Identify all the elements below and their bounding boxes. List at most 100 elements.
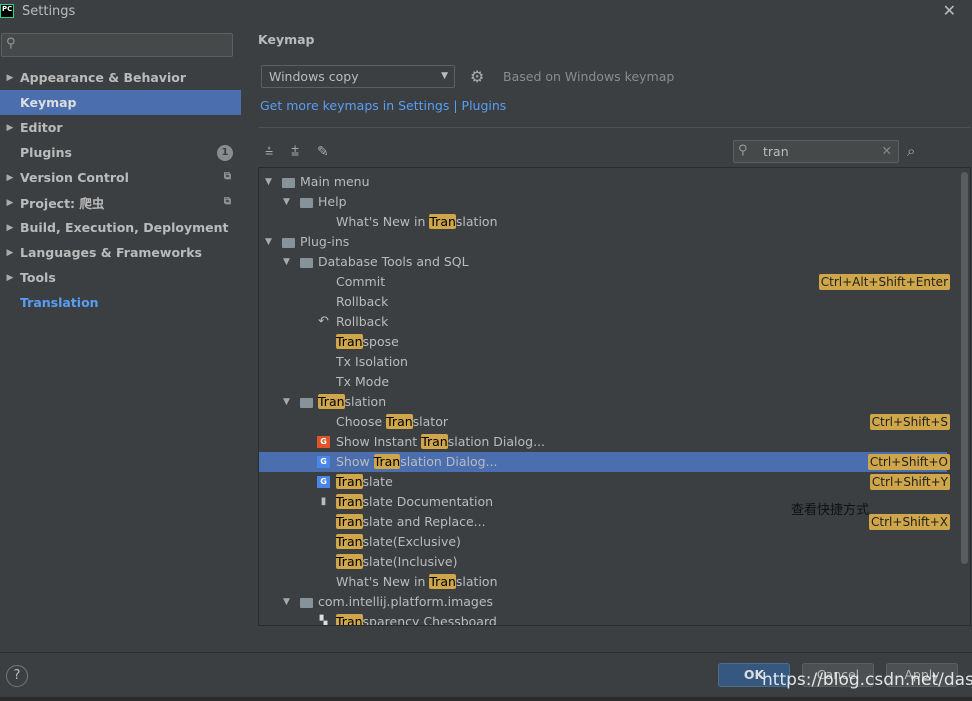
- tree-row[interactable]: G Show Instant Translation Dialog...: [259, 432, 947, 452]
- sidebar-item[interactable]: ▶ Languages & Frameworks: [0, 240, 241, 265]
- label-prefix: Commit: [336, 274, 386, 289]
- tree-row[interactable]: G Show Translation Dialog... Ctrl+Shift+O: [259, 452, 950, 472]
- label-prefix: Show Instant: [336, 434, 422, 449]
- expand-arrow-icon[interactable]: ▼: [265, 172, 272, 192]
- keymap-select-value: Windows copy: [269, 69, 359, 84]
- search-match-highlight: Tran: [318, 394, 345, 409]
- watermark: https://blog.csdn.net/dasia11: [762, 670, 972, 690]
- sidebar-item[interactable]: ▶ Version Control ⧉: [0, 165, 241, 190]
- sidebar-item[interactable]: Keymap: [0, 90, 241, 115]
- sidebar-item-label: Languages & Frameworks: [20, 245, 202, 260]
- folder-icon: [300, 398, 313, 408]
- chessboard-icon: ▚: [319, 616, 328, 626]
- clear-icon[interactable]: ✕: [882, 143, 892, 158]
- get-more-keymaps-link[interactable]: Get more keymaps in Settings | Plugins: [260, 98, 506, 113]
- sidebar-item-label: Keymap: [20, 95, 77, 110]
- action-label: Translate(Exclusive): [336, 532, 461, 552]
- label-suffix: slate: [362, 474, 393, 489]
- menu-folder-icon: [282, 178, 295, 188]
- tree-row[interactable]: Tx Mode: [259, 372, 947, 392]
- expand-arrow-icon[interactable]: ▼: [265, 232, 272, 252]
- label-prefix: Show: [336, 454, 374, 469]
- gear-icon[interactable]: ⚙: [470, 67, 484, 86]
- label-prefix: com.intellij.platform.images: [318, 594, 494, 609]
- action-label: Transparency Chessboard: [336, 612, 497, 626]
- collapse-all-icon[interactable]: ⩲: [291, 144, 299, 160]
- keymap-panel: Keymap Windows copy ▼ ⚙ Based on Windows …: [241, 23, 972, 652]
- tree-row[interactable]: ▼ Help: [259, 192, 947, 212]
- tree-row[interactable]: Translate(Exclusive): [259, 532, 947, 552]
- action-label: Plug-ins: [300, 232, 349, 252]
- action-label: Tx Mode: [336, 372, 389, 392]
- sidebar-item-label: Version Control: [20, 170, 129, 185]
- sidebar-item-label: Plugins: [20, 145, 72, 160]
- shortcut-badge: Ctrl+Shift+O: [867, 454, 950, 470]
- label-prefix: Database Tools and SQL: [318, 254, 469, 269]
- edit-pencil-icon[interactable]: ✎: [317, 144, 329, 160]
- action-label: Choose Translator: [336, 412, 448, 432]
- label-prefix: Choose: [336, 414, 387, 429]
- sidebar: ⚲ ▶ Appearance & Behavior Keymap ▶ Editor Plu…: [0, 23, 241, 652]
- tree-row[interactable]: Tx Isolation: [259, 352, 947, 372]
- settings-search-input[interactable]: ⚲: [1, 33, 233, 57]
- tree-row[interactable]: Transpose: [259, 332, 947, 352]
- label-suffix: sparency Chessboard: [362, 614, 497, 626]
- search-match-highlight: Tran: [386, 414, 413, 429]
- keymap-filter-input[interactable]: ⚲ tran ✕: [733, 140, 899, 163]
- action-label: Rollback: [336, 292, 388, 312]
- expand-arrow-icon[interactable]: ▼: [283, 592, 290, 612]
- keymap-select[interactable]: Windows copy ▼: [261, 65, 455, 88]
- label-suffix: slate(Inclusive): [362, 554, 458, 569]
- vertical-scrollbar[interactable]: [961, 172, 968, 564]
- label-suffix: slator: [412, 414, 448, 429]
- search-icon: ⚲: [738, 143, 748, 158]
- sidebar-item[interactable]: ▶ Editor: [0, 115, 241, 140]
- tree-row[interactable]: Translate(Inclusive): [259, 552, 947, 572]
- tree-row[interactable]: ▼ Plug-ins: [259, 232, 947, 252]
- chevron-down-icon: ▼: [441, 71, 448, 81]
- sidebar-item[interactable]: ▶ Build, Execution, Deployment: [0, 215, 241, 240]
- folder-icon: [300, 198, 313, 208]
- tree-row[interactable]: Rollback: [259, 292, 947, 312]
- project-level-icon: ⧉: [223, 171, 231, 182]
- expand-arrow-icon[interactable]: ▼: [283, 252, 290, 272]
- action-label: Rollback: [336, 312, 388, 332]
- tree-row[interactable]: G Translate Ctrl+Shift+Y: [259, 472, 950, 492]
- pycharm-logo: PC: [0, 4, 14, 18]
- find-by-shortcut-icon[interactable]: ⌕: [907, 142, 915, 160]
- sidebar-item[interactable]: ▶ Tools: [0, 265, 241, 290]
- action-label: Help: [318, 192, 347, 212]
- sidebar-item[interactable]: Translation: [0, 290, 241, 315]
- tree-row[interactable]: Commit Ctrl+Alt+Shift+Enter: [259, 272, 950, 292]
- update-count-badge: 1: [217, 145, 233, 161]
- tree-row[interactable]: Choose Translator Ctrl+Shift+S: [259, 412, 950, 432]
- sidebar-item[interactable]: ▶ Project: 爬虫 ⧉: [0, 190, 241, 215]
- label-suffix: slation Dialog...: [447, 434, 546, 449]
- undo-icon: ↶: [318, 314, 329, 329]
- tree-row[interactable]: ▼ com.intellij.platform.images: [259, 592, 947, 612]
- shortcut-badge: Ctrl+Shift+X: [869, 514, 950, 530]
- page-title: Keymap: [258, 32, 315, 47]
- sidebar-item[interactable]: ▶ Appearance & Behavior: [0, 65, 241, 90]
- shortcut-badge: Ctrl+Shift+Y: [869, 474, 950, 490]
- expand-arrow-icon[interactable]: ▼: [283, 392, 290, 412]
- action-label: Translate(Inclusive): [336, 552, 457, 572]
- tree-row[interactable]: ▚ Transparency Chessboard: [259, 612, 947, 626]
- expand-arrow-icon[interactable]: ▼: [283, 192, 290, 212]
- tree-row[interactable]: What's New in Translation: [259, 212, 947, 232]
- tree-row[interactable]: ▼ Translation: [259, 392, 947, 412]
- help-button[interactable]: ?: [6, 665, 28, 687]
- annotation-text: 查看快捷方式: [791, 503, 870, 518]
- action-label: What's New in Translation: [336, 572, 498, 592]
- search-match-highlight: Tran: [429, 214, 456, 229]
- close-icon[interactable]: ✕: [943, 1, 956, 20]
- expand-all-icon[interactable]: ⩮: [265, 144, 273, 160]
- sidebar-item[interactable]: Plugins 1: [0, 140, 241, 165]
- tree-row[interactable]: ▼ Main menu: [259, 172, 947, 192]
- folder-icon: [300, 258, 313, 268]
- folder-icon: [282, 238, 295, 248]
- tree-row[interactable]: ↶ Rollback: [259, 312, 947, 332]
- tree-row[interactable]: ▼ Database Tools and SQL: [259, 252, 947, 272]
- label-prefix: Plug-ins: [300, 234, 350, 249]
- tree-row[interactable]: What's New in Translation: [259, 572, 947, 592]
